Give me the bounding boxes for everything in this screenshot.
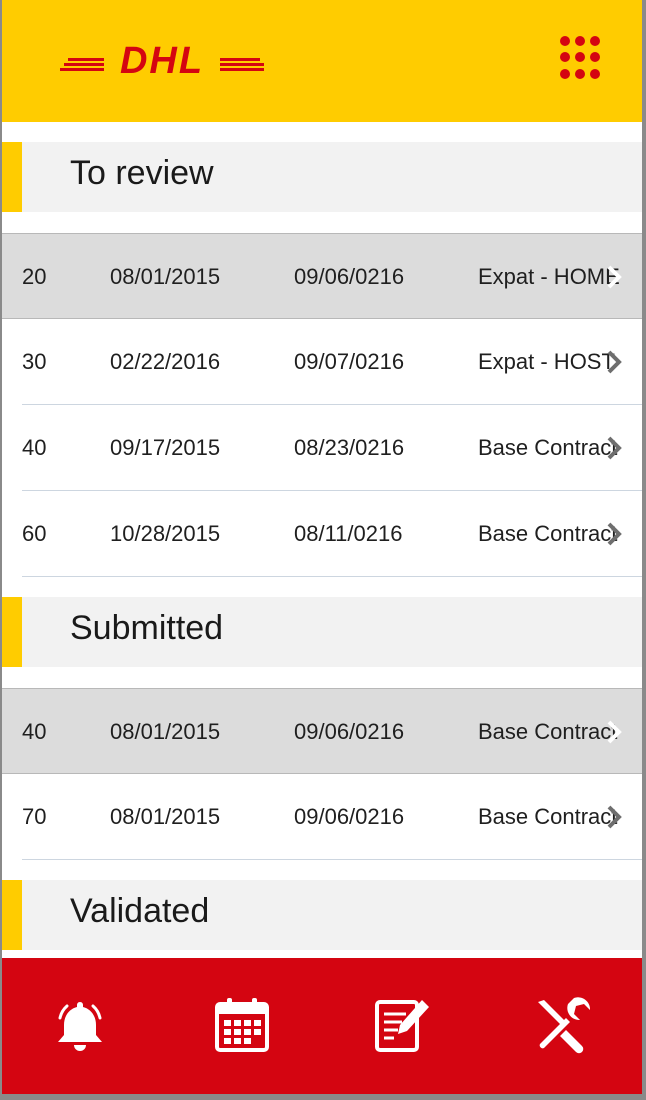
section-title: Submitted (70, 609, 224, 647)
dhl-logo: DHL (60, 43, 264, 77)
chevron-right-icon (607, 720, 622, 744)
app-frame: DHL To review 20 08/01/2015 09/06/0216 Expat… (2, 0, 642, 1094)
section-title: Validated (70, 892, 210, 930)
list-item[interactable]: 40 08/01/2015 09/06/0216 Base Contract (2, 688, 642, 774)
end-date: 09/07/0216 (294, 349, 405, 374)
section-accent (2, 880, 22, 950)
section-header: Validated (2, 880, 642, 950)
end-date: 09/06/0216 (294, 719, 405, 744)
chevron-right-icon (607, 436, 622, 460)
grid-dots-icon[interactable] (560, 36, 604, 80)
start-date: 10/28/2015 (110, 521, 221, 546)
list-item[interactable]: 20 08/01/2015 09/06/0216 Expat - HOME (2, 233, 642, 319)
end-date: 08/11/0216 (294, 521, 403, 546)
item-number: 40 (22, 719, 47, 744)
chevron-right-icon (607, 805, 622, 829)
contract-type: Base Contract (478, 435, 618, 460)
section-header: To review (2, 142, 642, 212)
section-accent (2, 597, 22, 667)
section-accent (2, 142, 22, 212)
bottom-nav-bar (2, 958, 642, 1094)
top-bar: DHL (2, 0, 642, 122)
item-number: 30 (22, 349, 47, 374)
row-divider (22, 576, 642, 577)
dhl-logo-text: DHL (120, 43, 204, 77)
chevron-right-icon (607, 522, 622, 546)
start-date: 08/01/2015 (110, 804, 221, 829)
end-date: 08/23/0216 (294, 435, 405, 460)
start-date: 09/17/2015 (110, 435, 221, 460)
contract-type: Expat - HOME (478, 264, 620, 289)
item-number: 40 (22, 435, 47, 460)
contract-type: Base Contract (478, 521, 618, 546)
item-number: 60 (22, 521, 47, 546)
section-title: To review (70, 154, 214, 192)
item-number: 70 (22, 804, 47, 829)
contract-type: Base Contract (478, 719, 618, 744)
chevron-right-icon (607, 265, 622, 289)
item-number: 20 (22, 264, 47, 289)
list-item[interactable]: 40 09/17/2015 08/23/0216 Base Contract (2, 405, 642, 491)
end-date: 09/06/0216 (294, 264, 405, 289)
start-date: 08/01/2015 (110, 264, 221, 289)
bell-icon[interactable] (50, 996, 110, 1056)
start-date: 08/01/2015 (110, 719, 221, 744)
end-date: 09/06/0216 (294, 804, 405, 829)
tools-icon[interactable] (532, 996, 592, 1056)
row-divider (22, 859, 642, 860)
section-header: Submitted (2, 597, 642, 667)
list-item[interactable]: 70 08/01/2015 09/06/0216 Base Contract (2, 774, 642, 860)
edit-document-icon[interactable] (372, 996, 432, 1056)
start-date: 02/22/2016 (110, 349, 221, 374)
contract-type: Expat - HOST (478, 349, 615, 374)
list-item[interactable]: 30 02/22/2016 09/07/0216 Expat - HOST (2, 319, 642, 405)
contract-type: Base Contract (478, 804, 618, 829)
calendar-icon[interactable] (212, 996, 272, 1056)
chevron-right-icon (607, 350, 622, 374)
list-item[interactable]: 60 10/28/2015 08/11/0216 Base Contract (2, 491, 642, 577)
